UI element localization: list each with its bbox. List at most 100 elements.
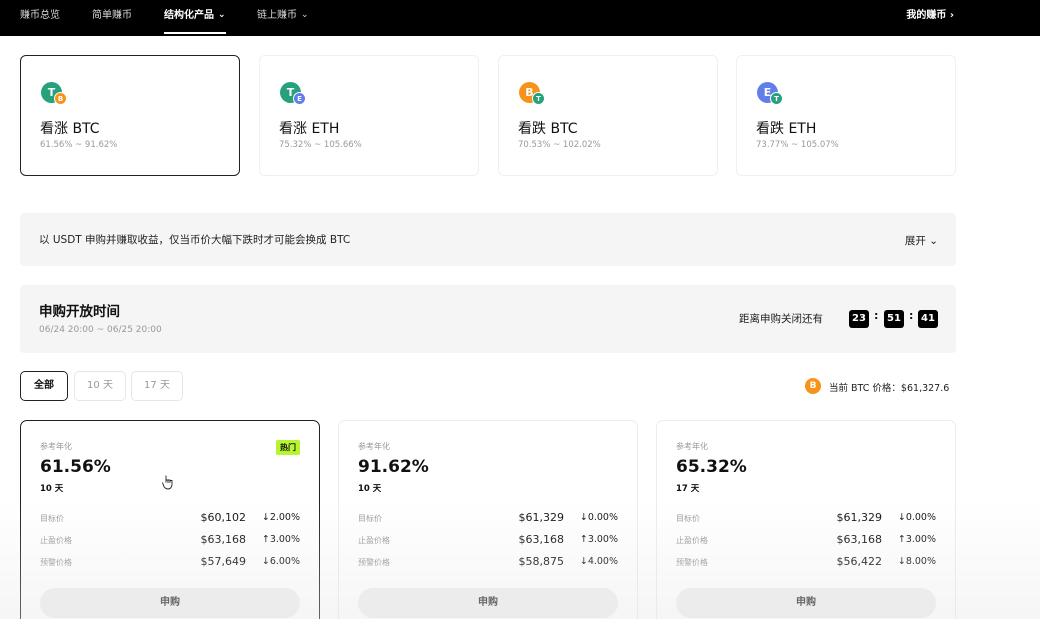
countdown-minutes: 51 [884,310,904,328]
coin-pair-icon: E T [757,82,787,108]
eth-icon: E [293,92,306,105]
nav-item-label: 链上赚币 [257,10,297,21]
row-value: $60,102 [200,511,247,524]
offer-card[interactable]: 参考年化 65.32% 17 天 目标价 $61,329 ↓0.00% 止盈价格… [656,420,956,619]
hand-cursor-icon [162,475,173,490]
row-change: ↓8.00% [897,556,936,567]
btc-icon: B [805,378,821,394]
nav-item-structured-products[interactable]: 结构化产品 ⌄ [164,0,226,36]
row-label: 目标价 [40,514,64,523]
row-value: $63,168 [836,533,883,546]
offer-card[interactable]: 参考年化 91.62% 10 天 目标价 $61,329 ↓0.00% 止盈价格… [338,420,638,619]
countdown-separator: : [874,309,879,322]
countdown-separator: : [909,309,914,322]
row-label: 目标价 [676,514,700,523]
subscription-window-panel: 申购开放时间 06/24 20:00 ~ 06/25 20:00 距离申购关闭还… [20,285,956,353]
warning-price-row: 预警价格 $58,875 ↓4.00% [358,555,618,571]
filter-all[interactable]: 全部 [20,371,68,401]
nav-item-earn-overview[interactable]: 赚币总览 [20,0,60,36]
row-label: 止盈价格 [40,536,72,545]
coin-pair-icon: T E [280,82,310,108]
target-price-row: 目标价 $61,329 ↓0.00% [358,511,618,527]
row-label: 预警价格 [40,558,72,567]
coin-pair-icon: B T [519,82,549,108]
take-profit-row: 止盈价格 $63,168 ↑3.00% [40,533,300,549]
countdown-seconds: 41 [918,310,938,328]
countdown-hours: 23 [849,310,869,328]
hot-badge: 热门 [276,440,300,455]
subscribe-button[interactable]: 申购 [676,588,936,618]
target-price-row: 目标价 $60,102 ↓2.00% [40,511,300,527]
usdt-icon: T [532,92,545,105]
row-value: $57,649 [200,555,247,568]
row-label: 目标价 [358,514,382,523]
row-value: $61,329 [836,511,883,524]
warning-price-row: 预警价格 $56,422 ↓8.00% [676,555,936,571]
target-price-row: 目标价 $61,329 ↓0.00% [676,511,936,527]
product-description-bar: 以 USDT 申购并赚取收益，仅当币价大幅下跌时才可能会换成 BTC 展开 ⌄ [20,213,956,266]
current-btc-price: 当前 BTC 价格：$61,327.6 [829,383,950,394]
apr-label: 参考年化 [358,442,390,451]
nav-item-label: 结构化产品 [164,10,214,21]
apr-value: 65.32% [676,457,747,477]
apr-label: 参考年化 [40,442,72,451]
chevron-down-icon: ⌄ [301,10,309,20]
nav-item-onchain-earn[interactable]: 链上赚币 ⌄ [257,0,309,36]
product-title: 看涨 BTC [40,121,100,137]
row-change: ↑3.00% [261,534,300,545]
row-change: ↓4.00% [579,556,618,567]
row-label: 止盈价格 [676,536,708,545]
row-change: ↓2.00% [261,512,300,523]
row-label: 预警价格 [676,558,708,567]
warning-price-row: 预警价格 $57,649 ↓6.00% [40,555,300,571]
row-label: 止盈价格 [358,536,390,545]
product-apr-range: 61.56% ~ 91.62% [40,140,118,150]
filter-17-days[interactable]: 17 天 [131,371,183,401]
active-tab-underline [164,32,226,34]
nav-item-label: 简单赚币 [92,10,132,21]
nav-item-label: 赚币总览 [20,10,60,21]
product-apr-range: 70.53% ~ 102.02% [518,140,601,150]
top-nav: 赚币总览 简单赚币 结构化产品 ⌄ 链上赚币 ⌄ 我的赚币 › [0,0,1040,36]
row-value: $56,422 [836,555,883,568]
take-profit-row: 止盈价格 $63,168 ↑3.00% [358,533,618,549]
row-value: $63,168 [200,533,247,546]
expand-button[interactable]: 展开 ⌄ [905,233,938,248]
subscribe-button[interactable]: 申购 [358,588,618,618]
row-value: $58,875 [518,555,565,568]
apr-value: 91.62% [358,457,429,477]
filter-10-days[interactable]: 10 天 [74,371,126,401]
nav-item-simple-earn[interactable]: 简单赚币 [92,0,132,36]
countdown-label: 距离申购关闭还有 [739,313,823,325]
btc-icon: B [54,92,67,105]
apr-value: 61.56% [40,457,111,477]
product-card-call-btc[interactable]: T B 看涨 BTC 61.56% ~ 91.62% [20,55,240,176]
product-card-put-btc[interactable]: B T 看跌 BTC 70.53% ~ 102.02% [498,55,718,176]
term-value: 10 天 [40,484,64,494]
my-earn-link[interactable]: 我的赚币 › [906,0,954,36]
product-apr-range: 73.77% ~ 105.07% [756,140,839,150]
row-change: ↓0.00% [897,512,936,523]
term-value: 10 天 [358,484,382,494]
row-change: ↓0.00% [579,512,618,523]
chevron-down-icon: ⌄ [218,10,226,20]
offer-card[interactable]: 参考年化 热门 61.56% 10 天 目标价 $60,102 ↓2.00% 止… [20,420,320,619]
subscribe-button[interactable]: 申购 [40,588,300,618]
row-change: ↓6.00% [261,556,300,567]
term-value: 17 天 [676,484,700,494]
row-value: $61,329 [518,511,565,524]
product-card-call-eth[interactable]: T E 看涨 ETH 75.32% ~ 105.66% [259,55,479,176]
take-profit-row: 止盈价格 $63,168 ↑3.00% [676,533,936,549]
product-title: 看跌 BTC [518,121,578,137]
product-title: 看涨 ETH [279,121,340,137]
product-card-put-eth[interactable]: E T 看跌 ETH 73.77% ~ 105.07% [736,55,956,176]
coin-pair-icon: T B [41,82,71,108]
apr-label: 参考年化 [676,442,708,451]
subscription-range: 06/24 20:00 ~ 06/25 20:00 [39,325,162,335]
product-apr-range: 75.32% ~ 105.66% [279,140,362,150]
row-change: ↑3.00% [897,534,936,545]
usdt-icon: T [770,92,783,105]
subscription-title: 申购开放时间 [39,304,120,320]
product-title: 看跌 ETH [756,121,817,137]
product-description: 以 USDT 申购并赚取收益，仅当币价大幅下跌时才可能会换成 BTC [39,234,351,246]
